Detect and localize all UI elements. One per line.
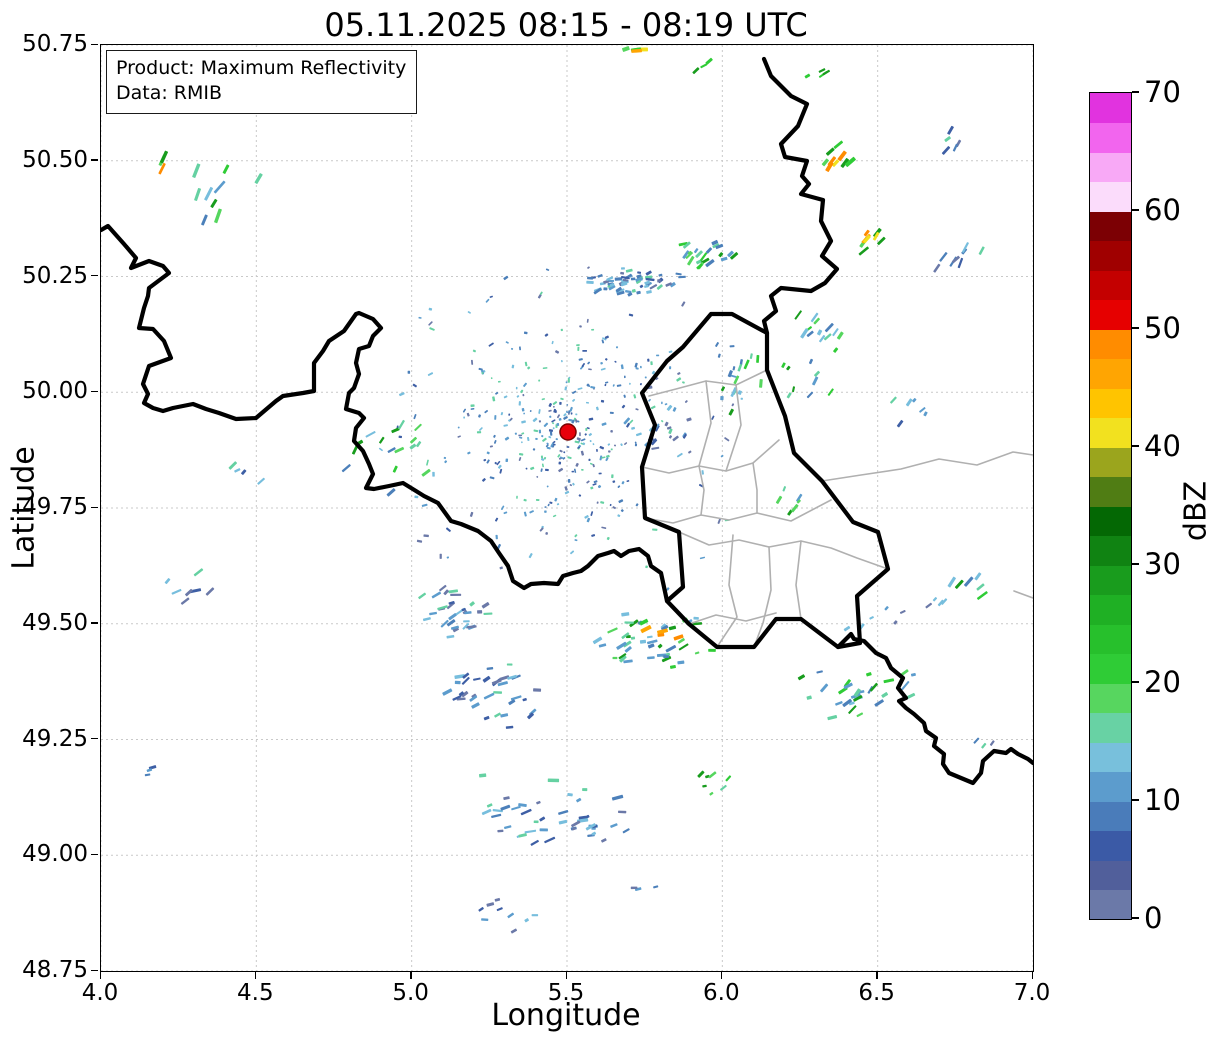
colorbar-label: dBZ xyxy=(1178,480,1214,542)
colorbar-tick-mark xyxy=(1132,209,1139,211)
x-tick-mark xyxy=(876,972,878,979)
colorbar-segment xyxy=(1090,889,1131,919)
colorbar-tick-label: 70 xyxy=(1144,75,1181,109)
y-tick-label: 50.25 xyxy=(22,262,88,289)
y-tick-mark xyxy=(91,853,98,856)
y-tick-label: 50.75 xyxy=(22,31,88,57)
y-tick-mark xyxy=(91,622,98,624)
colorbar-tick-label: 20 xyxy=(1144,665,1181,699)
colorbar-segment xyxy=(1090,388,1131,418)
colorbar-segment xyxy=(1090,93,1131,123)
colorbar-segment xyxy=(1090,417,1131,448)
colorbar-tick-mark xyxy=(1132,681,1139,683)
figure-title: 05.11.2025 08:15 - 08:19 UTC xyxy=(324,6,808,44)
y-tick-label: 49.25 xyxy=(22,725,88,752)
x-tick-label: 7.0 xyxy=(1013,980,1051,1006)
x-tick-label: 5.5 xyxy=(547,980,585,1006)
colorbar-tick-mark xyxy=(1132,91,1139,93)
y-tick-mark xyxy=(91,390,98,393)
colorbar-segment xyxy=(1090,594,1131,625)
y-tick-label: 49.50 xyxy=(22,609,88,636)
y-tick-mark xyxy=(91,506,98,508)
x-tick-mark xyxy=(720,972,723,979)
colorbar-segment xyxy=(1090,742,1131,772)
colorbar-tick-mark xyxy=(1132,799,1139,801)
x-tick-label: 6.5 xyxy=(858,980,895,1006)
colorbar-segment xyxy=(1090,712,1131,743)
colorbar-tick-mark xyxy=(1132,445,1139,447)
y-tick-mark xyxy=(91,159,98,161)
gridlines xyxy=(101,45,1033,971)
y-tick-label: 49.00 xyxy=(22,841,88,868)
data-source-line: Data: RMIB xyxy=(116,82,223,105)
colorbar-segment xyxy=(1090,329,1131,359)
colorbar-tick-mark xyxy=(1132,917,1139,919)
colorbar-segment xyxy=(1090,211,1131,241)
y-tick-label: 50.00 xyxy=(22,378,88,405)
radar-figure: 05.11.2025 08:15 - 08:19 UTC Product: Ma… xyxy=(0,0,1219,1040)
colorbar-segment xyxy=(1090,270,1131,300)
colorbar-segment xyxy=(1090,624,1131,654)
colorbar-segment xyxy=(1090,683,1131,713)
radar-echoes xyxy=(129,46,995,934)
map-plot-area xyxy=(100,44,1034,972)
y-tick-mark xyxy=(91,738,98,740)
product-line: Product: Maximum Reflectivity xyxy=(116,57,407,79)
x-tick-mark xyxy=(1031,972,1033,979)
colorbar-segment xyxy=(1090,771,1131,802)
product-annotation-box: Product: Maximum Reflectivity Data: RMIB xyxy=(106,50,418,115)
colorbar-segment xyxy=(1090,447,1131,477)
colorbar-segment xyxy=(1090,535,1131,566)
colorbar-tick-label: 50 xyxy=(1144,311,1181,345)
colorbar-tick-label: 0 xyxy=(1144,901,1163,935)
colorbar-tick-label: 30 xyxy=(1144,547,1181,581)
colorbar-segment xyxy=(1090,122,1131,153)
y-tick-label: 48.75 xyxy=(22,957,88,983)
colorbar-segment xyxy=(1090,152,1131,182)
radar-site-marker xyxy=(559,423,577,441)
colorbar-segment xyxy=(1090,358,1131,389)
colorbar-tick-mark xyxy=(1132,327,1139,329)
x-tick-mark xyxy=(254,972,257,979)
x-tick-label: 5.0 xyxy=(392,980,429,1006)
y-tick-label: 50.50 xyxy=(22,146,88,173)
colorbar-segment xyxy=(1090,801,1131,831)
colorbar-segment xyxy=(1090,181,1131,212)
y-tick-mark xyxy=(91,43,98,45)
colorbar-tick-label: 10 xyxy=(1144,783,1181,817)
colorbar-segment xyxy=(1090,565,1131,595)
y-tick-label: 49.75 xyxy=(22,494,88,520)
radar-map-canvas xyxy=(101,45,1033,971)
colorbar-tick-mark xyxy=(1132,563,1139,565)
colorbar-tick-label: 60 xyxy=(1144,193,1181,227)
x-tick-mark xyxy=(99,972,101,979)
colorbar xyxy=(1089,92,1132,920)
colorbar-segment xyxy=(1090,299,1131,330)
colorbar-segment xyxy=(1090,860,1131,890)
y-tick-mark xyxy=(91,969,98,971)
colorbar-segment xyxy=(1090,653,1131,684)
x-tick-mark xyxy=(565,972,567,979)
colorbar-segment xyxy=(1090,506,1131,536)
x-tick-label: 4.0 xyxy=(81,980,119,1006)
x-tick-label: 4.5 xyxy=(237,980,274,1006)
colorbar-segment xyxy=(1090,240,1131,271)
colorbar-segment xyxy=(1090,476,1131,507)
colorbar-tick-label: 40 xyxy=(1144,429,1181,463)
colorbar-segment xyxy=(1090,830,1131,861)
x-tick-label: 6.0 xyxy=(703,980,740,1006)
y-tick-mark xyxy=(91,275,98,277)
x-tick-mark xyxy=(410,972,412,979)
